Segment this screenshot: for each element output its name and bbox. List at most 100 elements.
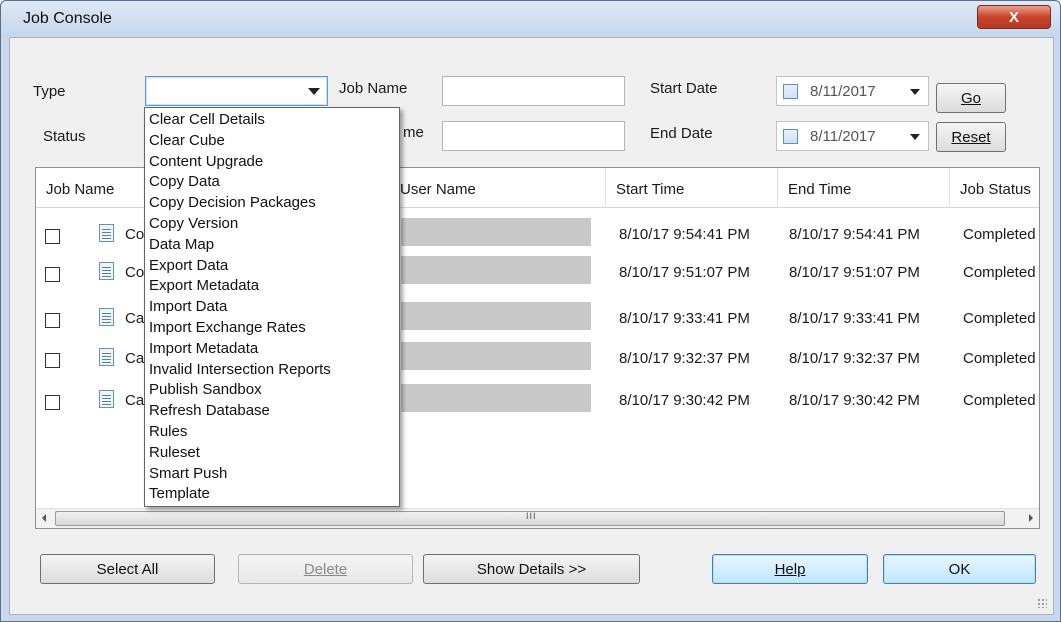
redacted-user-cell — [401, 384, 591, 412]
start-time-cell: 8/10/17 9:32:37 PM — [619, 350, 750, 367]
dropdown-option[interactable]: Import Metadata — [145, 339, 399, 360]
dropdown-option[interactable]: Template — [145, 484, 399, 505]
horizontal-scrollbar[interactable]: III — [36, 508, 1039, 528]
end-date-value: 8/11/2017 — [810, 128, 876, 145]
column-header-label: Start Time — [616, 181, 685, 198]
end-time-cell: 8/10/17 9:33:41 PM — [789, 310, 920, 327]
dropdown-option[interactable]: Copy Data — [145, 172, 399, 193]
end-time-cell: 8/10/17 9:51:07 PM — [789, 264, 920, 281]
job-console-window: Job Console X Type Job Name Start Date 8… — [0, 0, 1061, 622]
title-bar[interactable]: Job Console X — [1, 1, 1060, 37]
go-button-label: Go — [960, 89, 981, 107]
show-details-button[interactable]: Show Details >> — [423, 554, 640, 584]
dropdown-option[interactable]: Export Metadata — [145, 276, 399, 297]
chevron-down-icon — [910, 134, 920, 140]
dropdown-option[interactable]: Invalid Intersection Reports — [145, 360, 399, 381]
document-icon — [99, 224, 114, 242]
chevron-down-icon — [910, 89, 920, 95]
start-date-label: Start Date — [650, 80, 718, 97]
job-name-label: Job Name — [339, 80, 408, 97]
show-details-label: Show Details >> — [476, 560, 587, 578]
row-checkbox[interactable] — [45, 267, 60, 282]
select-all-button[interactable]: Select All — [40, 554, 215, 584]
go-button[interactable]: Go — [936, 83, 1006, 113]
dropdown-option[interactable]: Rules — [145, 422, 399, 443]
type-label: Type — [33, 83, 66, 100]
document-icon — [99, 308, 114, 326]
scroll-left-icon[interactable] — [42, 514, 46, 522]
start-time-cell: 8/10/17 9:33:41 PM — [619, 310, 750, 327]
dropdown-option[interactable]: Copy Decision Packages — [145, 193, 399, 214]
column-header-job-status[interactable]: Job Status — [950, 168, 1039, 208]
chevron-down-icon — [308, 88, 320, 95]
end-date-checkbox[interactable] — [783, 129, 798, 144]
row-checkbox[interactable] — [45, 395, 60, 410]
job-name-cell: Ca — [125, 310, 145, 327]
delete-button[interactable]: Delete — [238, 554, 413, 584]
ok-label: OK — [948, 560, 971, 578]
job-status-cell: Completed — [963, 226, 1036, 243]
job-name-cell: Ca — [125, 392, 145, 409]
dropdown-option[interactable]: Export Data — [145, 256, 399, 277]
column-header-user-name[interactable]: User Name — [390, 168, 606, 208]
dropdown-option[interactable]: Refresh Database — [145, 401, 399, 422]
row-checkbox[interactable] — [45, 229, 60, 244]
dropdown-option[interactable]: Ruleset — [145, 443, 399, 464]
job-name-cell: Co — [125, 226, 145, 243]
column-header-end-time[interactable]: End Time — [778, 168, 950, 208]
scroll-grip-icon: III — [526, 511, 537, 521]
dropdown-option[interactable]: Import Data — [145, 297, 399, 318]
type-combobox[interactable] — [145, 76, 328, 106]
redacted-user-cell — [401, 302, 591, 330]
dropdown-option[interactable]: Import Exchange Rates — [145, 318, 399, 339]
type-dropdown-list[interactable]: Clear Cell Details Clear Cube Content Up… — [144, 107, 400, 507]
help-button[interactable]: Help — [712, 554, 868, 584]
ok-button[interactable]: OK — [883, 554, 1036, 584]
row-checkbox[interactable] — [45, 353, 60, 368]
document-icon — [99, 262, 114, 280]
start-date-picker[interactable]: 8/11/2017 — [776, 76, 929, 106]
job-status-cell: Completed — [963, 310, 1036, 327]
dropdown-option[interactable]: Copy Version — [145, 214, 399, 235]
select-all-label: Select All — [96, 560, 159, 578]
delete-label: Delete — [303, 560, 348, 578]
redacted-user-cell — [401, 342, 591, 370]
job-status-cell: Completed — [963, 350, 1036, 367]
start-date-value: 8/11/2017 — [810, 83, 876, 100]
close-icon: X — [1008, 8, 1019, 26]
end-time-cell: 8/10/17 9:54:41 PM — [789, 226, 920, 243]
reset-button[interactable]: Reset — [936, 122, 1006, 152]
start-time-cell: 8/10/17 9:51:07 PM — [619, 264, 750, 281]
scroll-right-icon[interactable] — [1029, 514, 1033, 522]
job-name-cell: Ca — [125, 350, 145, 367]
redacted-user-cell — [401, 218, 591, 246]
status-label: Status — [43, 128, 86, 145]
end-date-label: End Date — [650, 125, 713, 142]
job-name-cell: Co — [125, 264, 145, 281]
dropdown-option[interactable]: Clear Cube — [145, 131, 399, 152]
dropdown-option[interactable]: Clear Cell Details — [145, 110, 399, 131]
help-label: Help — [774, 560, 806, 578]
user-name-label: me — [403, 124, 424, 141]
end-time-cell: 8/10/17 9:32:37 PM — [789, 350, 920, 367]
start-date-checkbox[interactable] — [783, 84, 798, 99]
reset-button-label: Reset — [951, 128, 991, 146]
document-icon — [99, 390, 114, 408]
dropdown-option[interactable]: Smart Push — [145, 464, 399, 485]
close-button[interactable]: X — [977, 5, 1051, 29]
dropdown-option[interactable]: Data Map — [145, 235, 399, 256]
column-header-start-time[interactable]: Start Time — [606, 168, 778, 208]
user-name-input[interactable] — [442, 121, 625, 151]
dropdown-option[interactable]: Content Upgrade — [145, 152, 399, 173]
dropdown-option[interactable]: Publish Sandbox — [145, 380, 399, 401]
job-name-input[interactable] — [442, 76, 625, 106]
column-header-label: End Time — [788, 181, 852, 198]
end-time-cell: 8/10/17 9:30:42 PM — [789, 392, 920, 409]
row-checkbox[interactable] — [45, 313, 60, 328]
column-header-label: User Name — [400, 181, 476, 198]
start-time-cell: 8/10/17 9:30:42 PM — [619, 392, 750, 409]
job-status-cell: Completed — [963, 392, 1036, 409]
job-status-cell: Completed — [963, 264, 1036, 281]
resize-grip-icon[interactable] — [1037, 598, 1047, 608]
end-date-picker[interactable]: 8/11/2017 — [776, 121, 929, 151]
